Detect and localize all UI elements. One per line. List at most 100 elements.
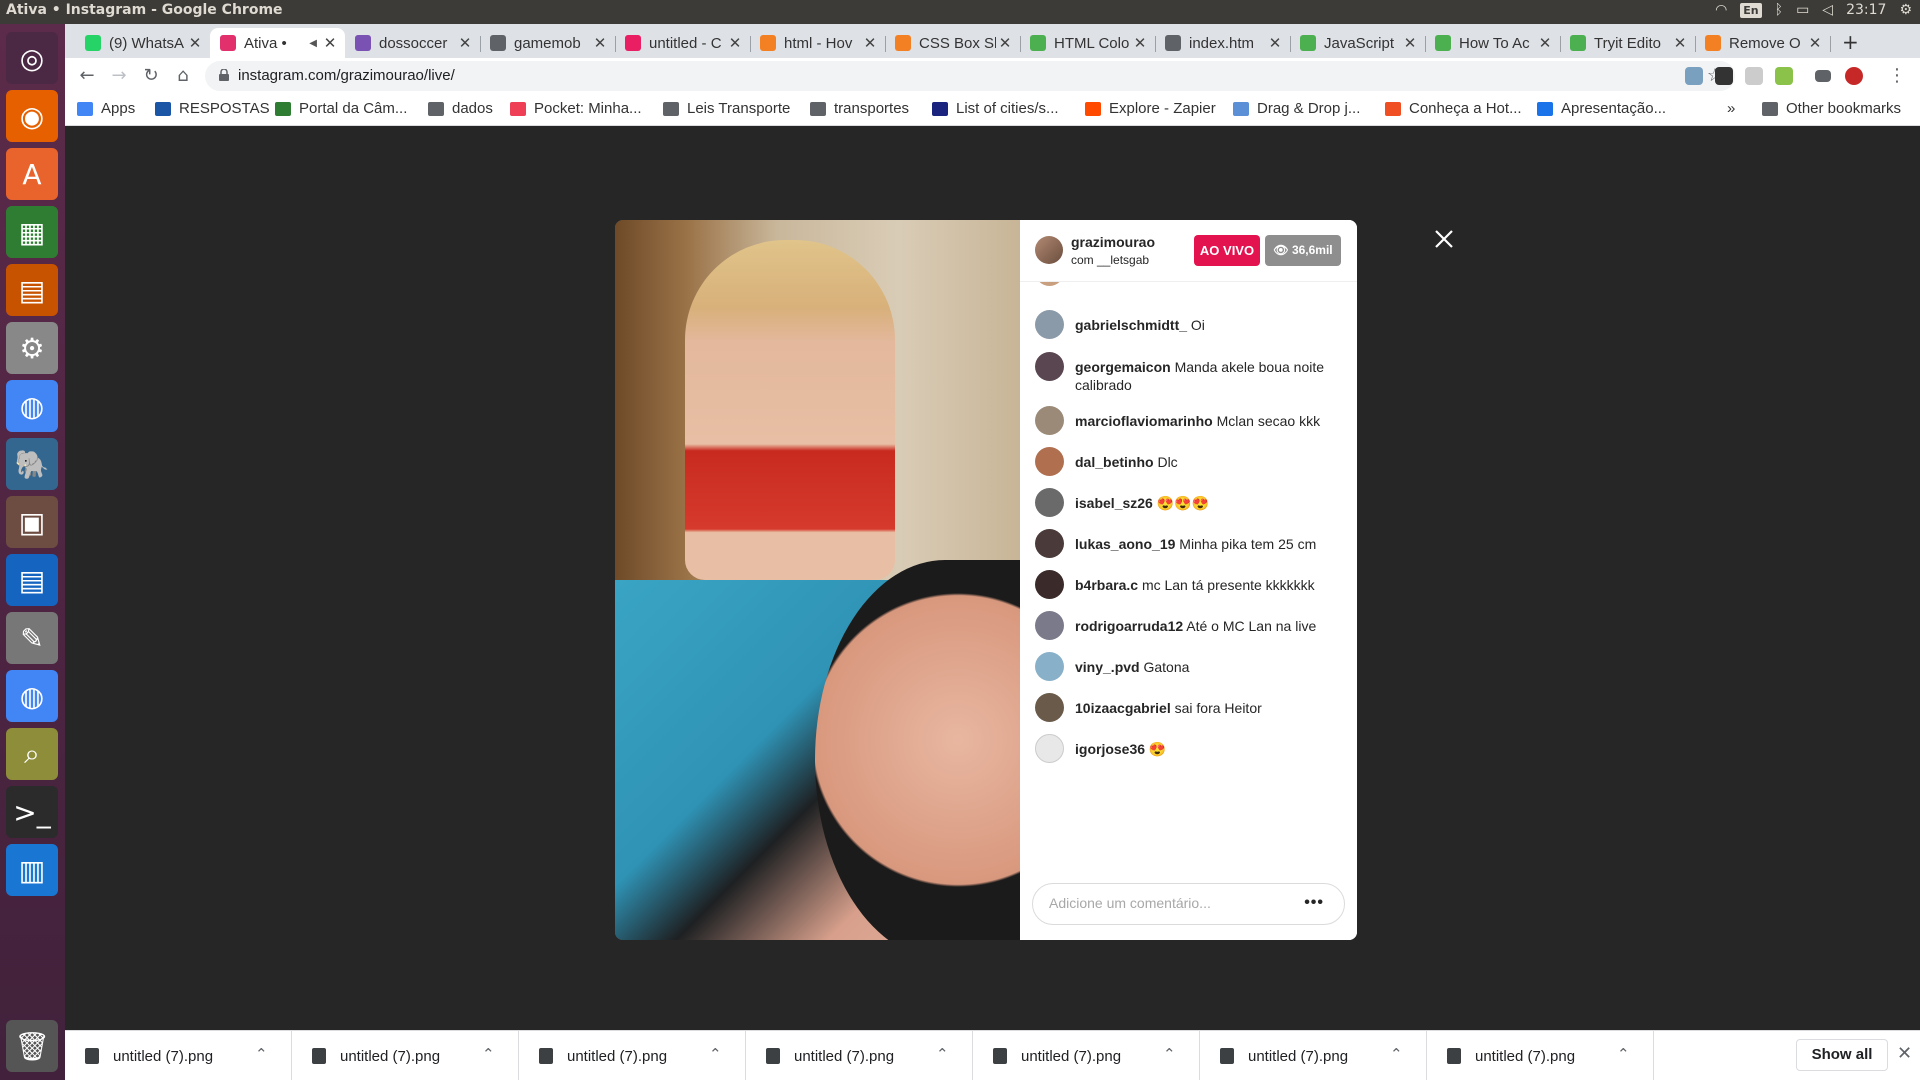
comment-username[interactable]: marcioflaviomarinho	[1075, 413, 1213, 429]
clock[interactable]: 23:17	[1846, 2, 1886, 18]
tab[interactable]: Remove O ✕	[1695, 28, 1830, 58]
tab[interactable]: index.htm ✕	[1155, 28, 1290, 58]
media-controls-icon[interactable]	[1815, 70, 1831, 82]
chrome-active-icon[interactable]: ◍	[6, 670, 58, 722]
tab[interactable]: CSS Box Sh ✕	[885, 28, 1020, 58]
tab[interactable]: gamemob ✕	[480, 28, 615, 58]
close-icon[interactable]	[1429, 224, 1459, 254]
trash-icon[interactable]: 🗑	[6, 1020, 58, 1072]
bookmark-8[interactable]: Explore - Zapier	[1085, 100, 1216, 117]
avatar[interactable]	[1035, 310, 1064, 339]
speaker-icon[interactable]: ◀	[309, 38, 317, 49]
show-all-button[interactable]: Show all	[1796, 1039, 1888, 1071]
chevron-up-icon[interactable]: ⌃	[936, 1045, 949, 1063]
tab[interactable]: HTML Colo ✕	[1020, 28, 1155, 58]
close-tab-icon[interactable]: ✕	[456, 34, 474, 52]
bookmark-2[interactable]: Portal da Câm...	[275, 100, 407, 117]
bookmark-13[interactable]: Other bookmarks	[1762, 100, 1901, 117]
avatar[interactable]	[1035, 488, 1064, 517]
bookmark-11[interactable]: Apresentação...	[1537, 100, 1666, 117]
avatar[interactable]	[1035, 236, 1063, 264]
tab[interactable]: (9) WhatsA ✕	[75, 28, 210, 58]
tab[interactable]: dossoccer ✕	[345, 28, 480, 58]
close-tab-icon[interactable]: ✕	[861, 34, 879, 52]
download-item[interactable]: untitled (7).png ⌃	[292, 1031, 519, 1080]
postgres-icon[interactable]: 🐘	[6, 438, 58, 490]
reload-icon[interactable]: ↻	[139, 64, 163, 88]
close-tab-icon[interactable]: ✕	[1131, 34, 1149, 52]
avatar[interactable]	[1035, 570, 1064, 599]
download-item[interactable]: untitled (7).png ⌃	[973, 1031, 1200, 1080]
comment-username[interactable]: viny_.pvd	[1075, 659, 1140, 675]
spreadsheet-icon[interactable]: ▦	[6, 206, 58, 258]
profile-avatar-icon[interactable]	[1845, 67, 1863, 85]
new-tab-button[interactable]: +	[1842, 30, 1859, 54]
back-arrow-icon[interactable]: ←	[75, 64, 99, 88]
avatar[interactable]	[1035, 447, 1064, 476]
workspaces-icon[interactable]: ▥	[6, 844, 58, 896]
terminal-icon[interactable]: >_	[6, 786, 58, 838]
comment-username[interactable]: georgemaicon	[1075, 359, 1171, 375]
extension-glasses-icon[interactable]	[1715, 67, 1733, 85]
comment-username[interactable]: isabel_sz26	[1075, 495, 1153, 511]
chevron-up-icon[interactable]: ⌃	[255, 1045, 268, 1063]
bookmark-4[interactable]: Pocket: Minha...	[510, 100, 642, 117]
comment-input-container[interactable]: •••	[1032, 883, 1345, 925]
download-item[interactable]: untitled (7).png ⌃	[519, 1031, 746, 1080]
close-tab-icon[interactable]: ✕	[996, 34, 1014, 52]
close-tab-icon[interactable]: ✕	[1671, 34, 1689, 52]
tab[interactable]: How To Ac ✕	[1425, 28, 1560, 58]
extension-pin-icon[interactable]	[1775, 67, 1793, 85]
address-bar[interactable]: instagram.com/grazimourao/live/ ☆	[205, 61, 1735, 91]
comment-username[interactable]: gabrielschmidtt_	[1075, 317, 1187, 333]
avatar[interactable]	[1035, 611, 1064, 640]
close-tab-icon[interactable]: ✕	[591, 34, 609, 52]
comments-list[interactable]: gabrielschmidtt_ Oi georgemaicon Manda ak…	[1020, 282, 1357, 872]
comment-username[interactable]: igorjose36	[1075, 741, 1145, 757]
tab[interactable]: untitled - C ✕	[615, 28, 750, 58]
download-item[interactable]: untitled (7).png ⌃	[1200, 1031, 1427, 1080]
download-item[interactable]: untitled (7).png ⌃	[65, 1031, 292, 1080]
bookmark-3[interactable]: dados	[428, 100, 493, 117]
chevron-up-icon[interactable]: ⌃	[709, 1045, 722, 1063]
settings-gear-icon[interactable]: ⚙	[1899, 2, 1912, 18]
avatar[interactable]	[1035, 352, 1064, 381]
chevron-up-icon[interactable]: ⌃	[1390, 1045, 1403, 1063]
home-icon[interactable]: ⌂	[171, 64, 195, 88]
close-tab-icon[interactable]: ✕	[1266, 34, 1284, 52]
live-video[interactable]	[615, 220, 1075, 940]
bookmark-7[interactable]: List of cities/s...	[932, 100, 1059, 117]
chrome-icon[interactable]: ◍	[6, 380, 58, 432]
comment-input[interactable]	[1049, 895, 1289, 911]
system-settings-icon[interactable]: ⚙	[6, 322, 58, 374]
comment-username[interactable]: b4rbara.c	[1075, 577, 1138, 593]
close-tab-icon[interactable]: ✕	[321, 34, 339, 52]
bookmark-0[interactable]: Apps	[77, 100, 135, 117]
extension-m-icon[interactable]	[1745, 67, 1763, 85]
battery-icon[interactable]: ▭	[1796, 2, 1809, 18]
close-tab-icon[interactable]: ✕	[726, 34, 744, 52]
avatar[interactable]	[1035, 652, 1064, 681]
text-editor-icon[interactable]: ✎	[6, 612, 58, 664]
more-options-button[interactable]: •••	[1304, 894, 1324, 912]
page-scrollbar[interactable]	[1907, 127, 1920, 1030]
chrome-menu-icon[interactable]: ⋮	[1885, 64, 1909, 88]
guest-label[interactable]: com __letsgab	[1071, 253, 1149, 267]
comment-username[interactable]: lukas_aono_19	[1075, 536, 1175, 552]
comment-username[interactable]: 10izaacgabriel	[1075, 700, 1171, 716]
bookmark-1[interactable]: RESPOSTAS	[155, 100, 270, 117]
extension-1-icon[interactable]	[1685, 67, 1703, 85]
bluetooth-icon[interactable]: ᛒ	[1775, 2, 1783, 18]
tab[interactable]: Tryit Edito ✕	[1560, 28, 1695, 58]
writer-icon[interactable]: ▤	[6, 554, 58, 606]
bookmark-9[interactable]: Drag & Drop j...	[1233, 100, 1360, 117]
comment-username[interactable]: dal_betinho	[1075, 454, 1154, 470]
tab[interactable]: Ativa • ◀ ✕	[210, 28, 345, 58]
image-viewer-icon[interactable]: ⌕	[6, 728, 58, 780]
chevron-up-icon[interactable]: ⌃	[1617, 1045, 1630, 1063]
avatar[interactable]	[1035, 734, 1064, 763]
avatar[interactable]	[1035, 693, 1064, 722]
bookmark-6[interactable]: transportes	[810, 100, 909, 117]
comment-username[interactable]: rodrigoarruda12	[1075, 618, 1183, 634]
tab[interactable]: JavaScript ✕	[1290, 28, 1425, 58]
